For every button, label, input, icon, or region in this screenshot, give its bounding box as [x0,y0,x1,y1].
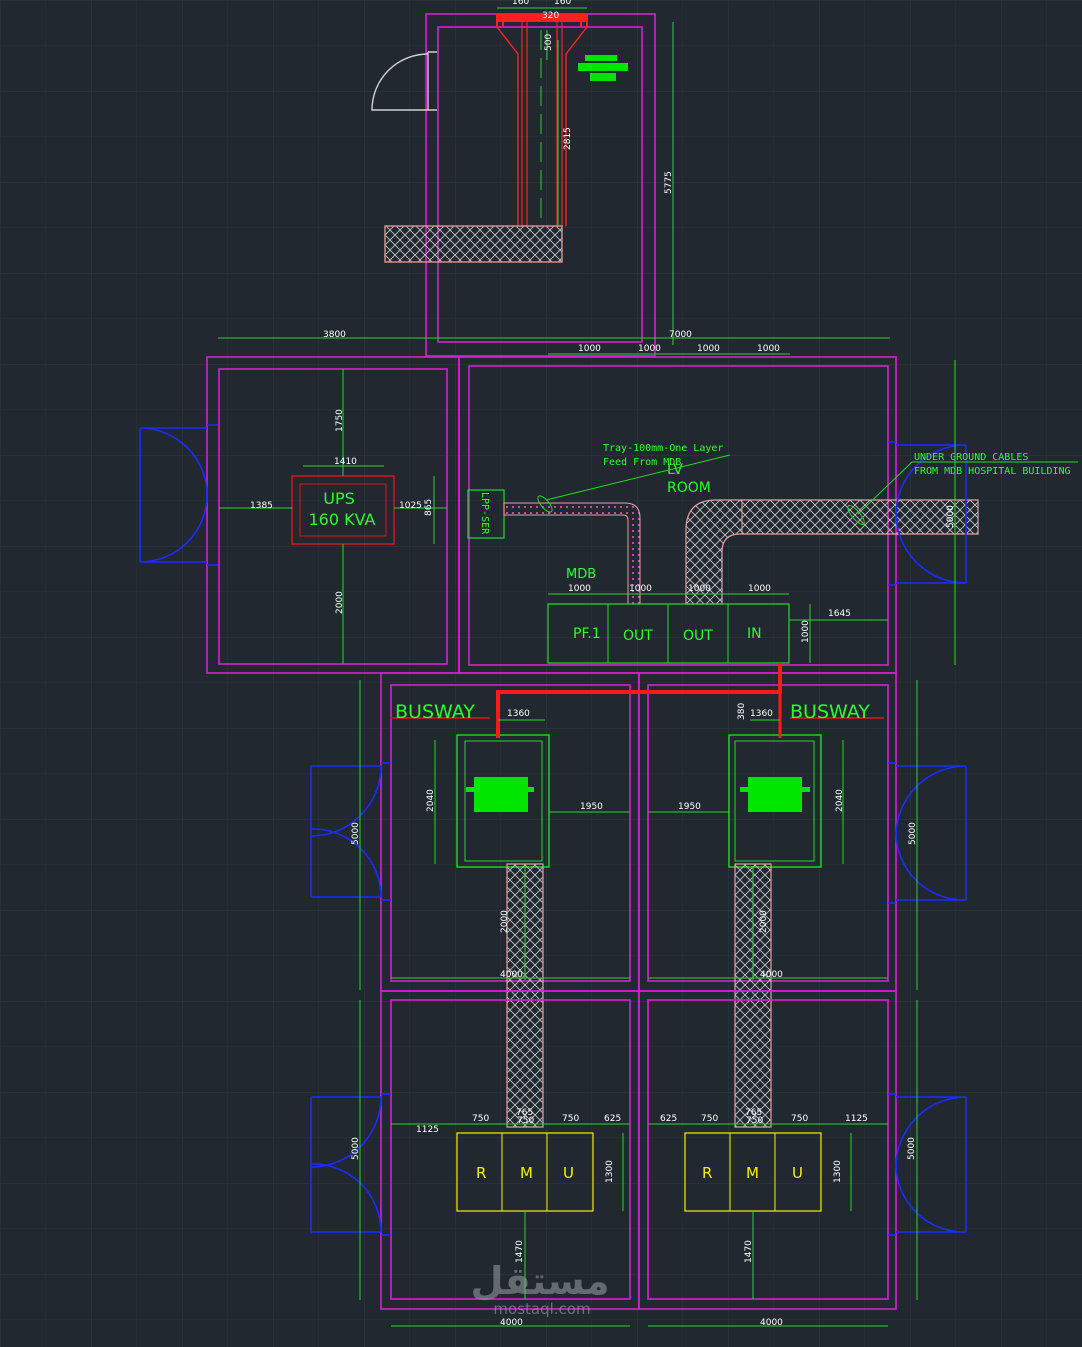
busway-label-left: BUSWAY [395,701,475,723]
dim-4000-bottom-right: 4000 [760,1318,783,1328]
dim-5000-tr-right: 5000 [908,822,918,845]
dim-1645: 1645 [828,609,851,619]
dim-2000-tr-left: 2000 [500,910,510,933]
mdb-title: MDB [566,567,596,582]
dim-750-c: 750 [562,1114,579,1124]
dim-5775: 5775 [664,171,674,194]
dim-865: 865 [424,499,434,516]
mdb-dim-c: 1000 [688,584,711,594]
rmu-right-r: R [702,1164,712,1182]
tray-note-line2: Feed From MDB [603,457,681,468]
dim-1410: 1410 [334,457,357,467]
dim-750-a: 750 [472,1114,489,1124]
dim-1750: 1750 [335,409,345,432]
dim-4000-tr-left: 4000 [500,970,523,980]
rmu-left-r: R [476,1164,486,1182]
rmu-left-m: M [520,1164,533,1182]
dim-750-d: 750 [701,1114,718,1124]
mdb-dim-a: 1000 [568,584,591,594]
dim-500: 500 [544,34,554,51]
dim-1950-left: 1950 [580,802,603,812]
dim-1360-right: 1360 [750,709,773,719]
dim-2040-right: 2040 [835,789,845,812]
dim-2040-left: 2040 [426,789,436,812]
watermark-url: mostaql.com [493,1300,590,1318]
dim-1000a: 1000 [578,344,601,354]
dim-1300-right: 1300 [833,1160,843,1183]
dim-750-e: 750 [746,1116,763,1126]
dim-3800: 3800 [323,330,346,340]
mdb-cell-pf1: PF.1 [573,626,601,642]
dim-1000c: 1000 [697,344,720,354]
mdb-dim-b: 1000 [629,584,652,594]
dim-750-f: 750 [791,1114,808,1124]
dim-5000-lv: 5000 [946,505,956,528]
dim-625-left: 625 [604,1114,621,1124]
dim-1025: 1025 [399,501,422,511]
dim-1000b: 1000 [638,344,661,354]
dim-2000-tr-right: 2000 [759,910,769,933]
mdb-cell-out2: OUT [683,628,713,644]
dim-1125-left: 1125 [416,1125,439,1135]
dim-1385: 1385 [250,501,273,511]
dim-1470-right: 1470 [744,1240,754,1263]
dim-5000-rmu-right: 5000 [907,1137,917,1160]
dim-1300-left: 1300 [605,1160,615,1183]
dim-1950-right: 1950 [678,802,701,812]
dim-1000d: 1000 [757,344,780,354]
tray-note-line1: Tray-100mm-One Layer [603,443,723,454]
dim-5000-tr-left: 5000 [351,822,361,845]
rmu-right-u: U [792,1164,803,1182]
lpp-ser-label: LPP-SER [479,492,490,535]
dim-2000-ups: 2000 [335,591,345,614]
cad-drawing: 160 320 160 500 2815 5775 3800 7000 1000… [0,0,1082,1347]
mdb-dim-d: 1000 [748,584,771,594]
dim-top-c: 160 [554,0,571,7]
watermark-logo: مستقل [471,1259,610,1303]
dim-top-a: 160 [512,0,529,7]
rmu-right-m: M [746,1164,759,1182]
rmu-left-u: U [563,1164,574,1182]
dim-380: 380 [737,703,747,720]
ug-note-line1: UNDER GROUND CABLES [914,452,1028,463]
ups-label-line1: UPS [323,489,355,508]
dim-750-b: 750 [517,1116,534,1126]
dim-4000-tr-right: 4000 [760,970,783,980]
mdb-cell-out1: OUT [623,628,653,644]
dim-1000-side: 1000 [801,620,811,643]
dim-1125-right: 1125 [845,1114,868,1124]
dim-2815: 2815 [563,127,573,150]
dim-top-b: 320 [542,11,559,21]
dim-7000: 7000 [669,330,692,340]
ug-note-line2: FROM MDB HOSPITAL BUILDING [914,466,1071,477]
dim-1360-left: 1360 [507,709,530,719]
lv-room-line2: ROOM [667,480,711,496]
dim-4000-bottom-left: 4000 [500,1318,523,1328]
hatched-slab [384,225,563,263]
mdb-cell-in: IN [747,626,762,642]
dim-5000-rmu-left: 5000 [351,1137,361,1160]
busway-label-right: BUSWAY [790,701,870,723]
ups-label-line2: 160 KVA [309,510,376,529]
dim-625-right: 625 [660,1114,677,1124]
